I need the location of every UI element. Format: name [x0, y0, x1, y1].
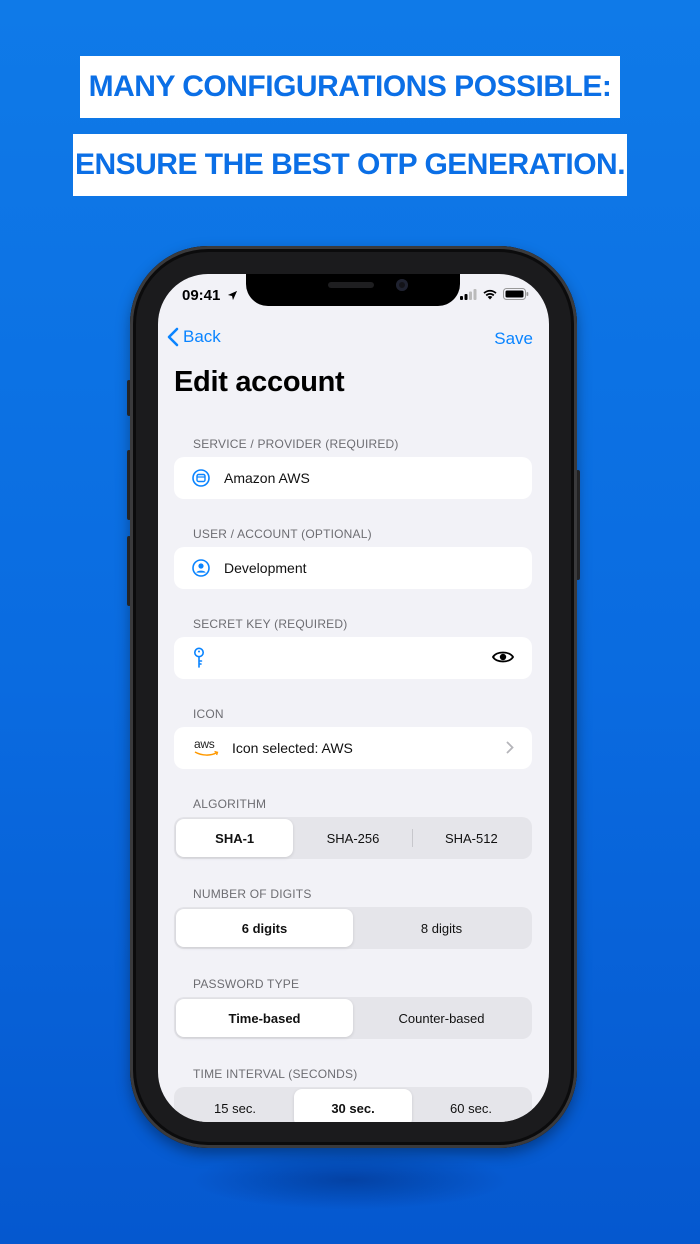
- digits-segmented-control: 6 digits 8 digits: [174, 907, 532, 949]
- password-type-label: PASSWORD TYPE: [193, 977, 300, 991]
- user-field[interactable]: Development: [174, 547, 532, 589]
- password-type-option-time[interactable]: Time-based: [176, 999, 353, 1037]
- headline-text-2: ENSURE THE BEST OTP GENERATION.: [74, 148, 626, 181]
- digits-option-8[interactable]: 8 digits: [353, 909, 530, 947]
- headline-banner-2: ENSURE THE BEST OTP GENERATION.: [73, 134, 627, 196]
- user-label: USER / ACCOUNT (OPTIONAL): [193, 527, 372, 541]
- key-icon: [194, 647, 204, 668]
- secret-label: SECRET KEY (REQUIRED): [193, 617, 348, 631]
- phone-screen: 09:41 Back Save Edit account SERVICE / P…: [158, 274, 549, 1122]
- service-field[interactable]: Amazon AWS: [174, 457, 532, 499]
- service-label: SERVICE / PROVIDER (REQUIRED): [193, 437, 399, 451]
- icon-field[interactable]: aws Icon selected: AWS: [174, 727, 532, 769]
- wifi-icon: [483, 289, 497, 300]
- algorithm-segmented-control: SHA-1 SHA-256 SHA-512: [174, 817, 532, 859]
- front-camera: [396, 279, 408, 291]
- status-icons: [460, 288, 529, 300]
- interval-label: TIME INTERVAL (SECONDS): [193, 1067, 358, 1081]
- service-value: Amazon AWS: [224, 470, 310, 486]
- battery-icon: [503, 288, 529, 300]
- page-title: Edit account: [174, 366, 345, 398]
- speaker-grille: [328, 282, 374, 288]
- user-value: Development: [224, 560, 307, 576]
- icon-value: Icon selected: AWS: [232, 740, 353, 756]
- interval-option-30[interactable]: 30 sec.: [294, 1089, 412, 1122]
- interval-option-15[interactable]: 15 sec.: [176, 1089, 294, 1122]
- aws-smile-icon: [194, 750, 219, 756]
- back-button[interactable]: Back: [166, 327, 221, 347]
- phone-shadow: [190, 1150, 510, 1210]
- secret-key-field[interactable]: [174, 637, 532, 679]
- algorithm-option-sha256[interactable]: SHA-256: [294, 819, 411, 857]
- icon-label: ICON: [193, 707, 224, 721]
- password-type-segmented-control: Time-based Counter-based: [174, 997, 532, 1039]
- app-window-icon: [192, 469, 210, 487]
- headline-text-1: MANY CONFIGURATIONS POSSIBLE:: [88, 70, 612, 103]
- algorithm-option-sha1[interactable]: SHA-1: [176, 819, 294, 857]
- aws-logo-text: aws: [194, 737, 215, 751]
- interval-option-60[interactable]: 60 sec.: [412, 1089, 530, 1122]
- headline-banner-1: MANY CONFIGURATIONS POSSIBLE:: [80, 56, 620, 118]
- digits-label: NUMBER OF DIGITS: [193, 887, 312, 901]
- status-time: 09:41: [182, 287, 238, 304]
- back-label: Back: [183, 327, 221, 346]
- person-circle-icon: [192, 559, 210, 577]
- eye-icon[interactable]: [492, 649, 514, 665]
- chevron-right-icon: [506, 741, 514, 754]
- status-time-text: 09:41: [182, 287, 221, 304]
- chevron-left-icon: [167, 327, 179, 347]
- notch: [246, 274, 460, 306]
- aws-logo: aws: [194, 737, 220, 759]
- algorithm-label: ALGORITHM: [193, 797, 267, 811]
- interval-segmented-control: 15 sec. 30 sec. 60 sec.: [174, 1087, 532, 1122]
- algorithm-option-sha512[interactable]: SHA-512: [413, 819, 530, 857]
- cellular-signal-icon: [460, 288, 477, 300]
- digits-option-6[interactable]: 6 digits: [176, 909, 353, 947]
- password-type-option-counter[interactable]: Counter-based: [353, 999, 530, 1037]
- save-button[interactable]: Save: [494, 329, 533, 349]
- location-arrow-icon: [227, 290, 237, 301]
